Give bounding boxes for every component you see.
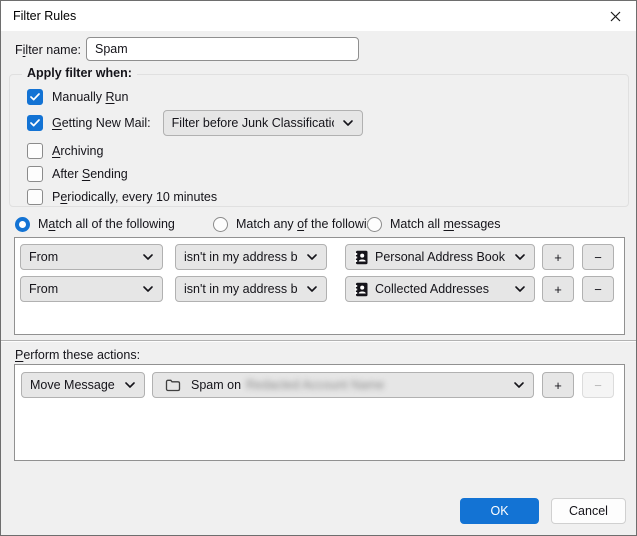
junk-classification-dropdown[interactable]: Filter before Junk Classification [163,110,363,136]
add-condition-button[interactable]: + [542,276,574,302]
periodically-checkbox[interactable] [27,189,43,205]
condition-row: From isn't in my address b... Collected … [20,276,614,302]
address-book-icon [354,250,369,265]
chevron-down-icon [513,381,525,389]
folder-icon [165,379,181,392]
chevron-down-icon [142,253,154,261]
archiving-label: Archiving [52,144,103,158]
action-row: Move Message to Spam on Redacted Account… [21,372,614,398]
match-all-radio-group[interactable]: Match all of the following [15,215,175,233]
getting-new-mail-label: Getting New Mail: [52,116,151,130]
match-any-radio-group[interactable]: Match any of the following [213,215,381,233]
getting-new-mail-row: Getting New Mail: Filter before Junk Cla… [27,110,363,136]
remove-condition-button[interactable]: − [582,244,614,270]
after-sending-row: After Sending [27,165,128,183]
apply-filter-when-legend: Apply filter when: [22,66,137,80]
condition-value-dropdown[interactable]: Personal Address Book [345,244,535,270]
close-button[interactable] [594,1,636,31]
address-book-icon [354,282,369,297]
periodically-label: Periodically, every 10 minutes [52,190,217,204]
after-sending-label: After Sending [52,167,128,181]
add-condition-button[interactable]: + [542,244,574,270]
action-folder-dropdown[interactable]: Spam on Redacted Account Name [152,372,534,398]
section-divider [1,340,637,342]
filter-rules-dialog: Filter Rules Filter name: Apply filter w… [0,0,637,536]
manually-run-row: Manually Run [27,88,128,106]
action-folder-account-redacted: Redacted Account Name [246,378,384,392]
conditions-list: From isn't in my address b... Personal A… [14,237,625,335]
chevron-down-icon [342,119,354,127]
match-all-radio[interactable] [15,217,30,232]
cancel-button[interactable]: Cancel [551,498,626,524]
dialog-title: Filter Rules [13,9,76,23]
match-all-messages-radio-group[interactable]: Match all messages [367,215,500,233]
condition-attribute-dropdown[interactable]: From [20,276,163,302]
after-sending-checkbox[interactable] [27,166,43,182]
condition-value-dropdown[interactable]: Collected Addresses [345,276,535,302]
apply-filter-when-group: Apply filter when: Manually Run Getting … [9,74,629,207]
chevron-down-icon [124,381,136,389]
chevron-down-icon [514,253,526,261]
chevron-down-icon [514,285,526,293]
filter-name-label: Filter name: [15,43,81,57]
check-icon [30,119,40,127]
match-all-messages-radio[interactable] [367,217,382,232]
match-all-label: Match all of the following [38,217,175,231]
perform-actions-label: Perform these actions: [15,348,140,362]
action-type-dropdown[interactable]: Move Message to [21,372,145,398]
periodically-row: Periodically, every 10 minutes [27,188,217,206]
archiving-checkbox[interactable] [27,143,43,159]
condition-row: From isn't in my address b... Personal A… [20,244,614,270]
titlebar: Filter Rules [1,1,636,31]
action-folder-label: Spam on [191,378,241,392]
chevron-down-icon [306,253,318,261]
remove-action-button[interactable]: − [582,372,614,398]
remove-condition-button[interactable]: − [582,276,614,302]
ok-button[interactable]: OK [460,498,539,524]
match-any-label: Match any of the following [236,217,381,231]
add-action-button[interactable]: + [542,372,574,398]
archiving-row: Archiving [27,142,103,160]
match-any-radio[interactable] [213,217,228,232]
close-icon [610,11,621,22]
condition-operator-dropdown[interactable]: isn't in my address b... [175,276,327,302]
manually-run-label: Manually Run [52,90,128,104]
getting-new-mail-checkbox[interactable] [27,115,43,131]
check-icon [30,93,40,101]
condition-operator-dropdown[interactable]: isn't in my address b... [175,244,327,270]
match-all-messages-label: Match all messages [390,217,500,231]
chevron-down-icon [306,285,318,293]
filter-name-input[interactable] [86,37,359,61]
actions-list: Move Message to Spam on Redacted Account… [14,364,625,461]
manually-run-checkbox[interactable] [27,89,43,105]
condition-attribute-dropdown[interactable]: From [20,244,163,270]
chevron-down-icon [142,285,154,293]
